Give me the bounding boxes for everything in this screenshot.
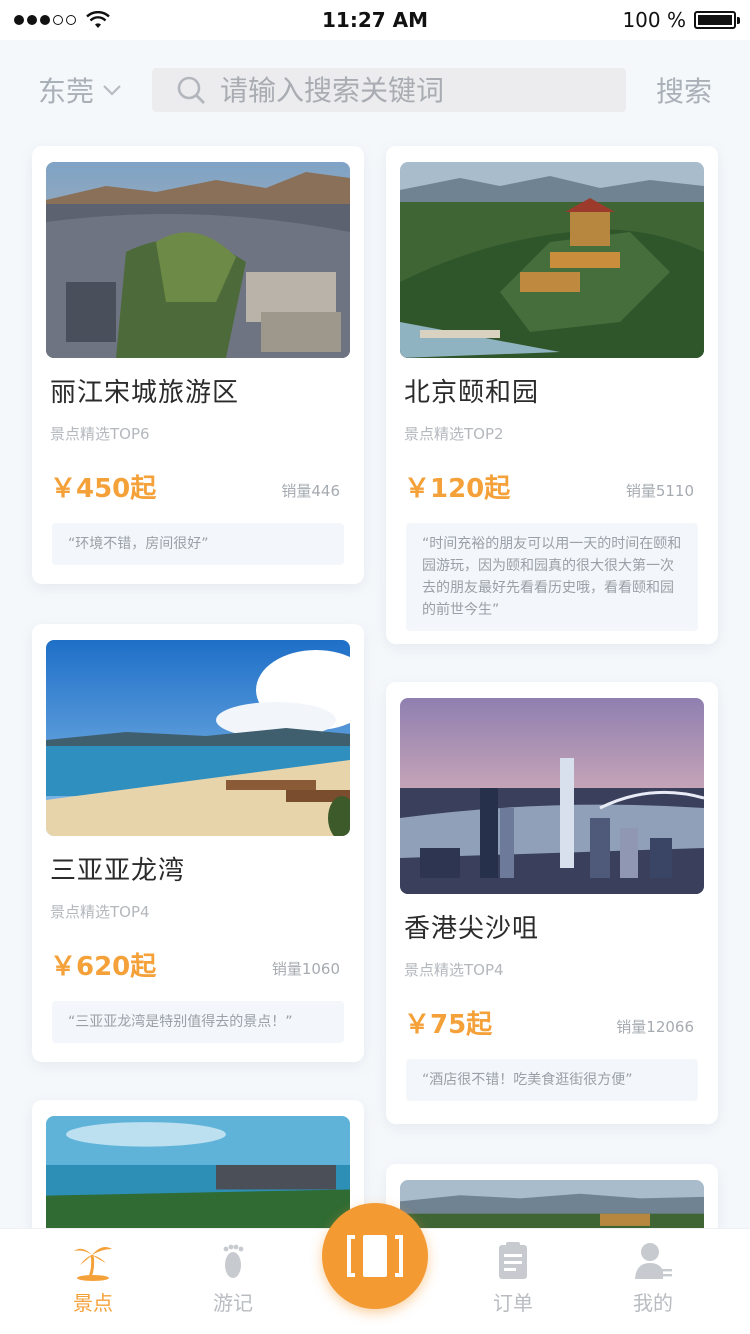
attraction-sales: 销量12066 [616,1018,694,1036]
attraction-photo [46,162,350,358]
tab-attractions[interactable]: 景点 [48,1241,138,1316]
scan-icon [347,1235,403,1277]
tab-bar: 景点 游记 订单 我的 [0,1203,750,1334]
user-icon [635,1243,672,1279]
search-button[interactable]: 搜索 [656,70,712,110]
palm-tree-icon [74,1247,112,1281]
price-row: ￥620起 销量1060 [50,946,340,983]
price-row: ￥75起 销量12066 [404,1004,694,1041]
tab-label: 景点 [73,1291,113,1315]
attraction-review: “环境不错，房间很好” [52,523,344,565]
tab-travel-notes[interactable]: 游记 [188,1241,278,1316]
tab-label: 订单 [493,1291,533,1315]
attraction-photo [400,162,704,358]
attraction-price: ￥620起 [50,952,157,982]
battery-icon [694,11,740,29]
search-box[interactable] [152,68,626,112]
tab-profile[interactable]: 我的 [608,1241,698,1316]
attraction-card[interactable] [32,1100,364,1240]
attraction-sales: 销量1060 [271,960,340,978]
attraction-price: ￥75起 [404,1010,493,1040]
city-label: 东莞 [38,75,95,108]
footprint-icon [223,1244,244,1278]
tab-orders[interactable]: 订单 [468,1241,558,1316]
search-header: 东莞 搜索 [0,40,750,140]
search-icon [177,76,205,104]
attraction-title: 丽江宋城旅游区 [50,378,240,408]
attraction-rank: 景点精选TOP2 [404,425,504,443]
attraction-photo [400,698,704,894]
attraction-review: “酒店很不错！吃美食逛街很方便” [406,1059,698,1101]
status-left [14,11,110,29]
attraction-review: “时间充裕的朋友可以用一天的时间在颐和园游玩，因为颐和园真的很大很大第一次去的朋… [406,523,698,631]
attraction-card[interactable]: 丽江宋城旅游区 景点精选TOP6 ￥450起 销量446 “环境不错，房间很好” [32,146,364,584]
status-right: 100 % [622,8,740,32]
tab-label: 游记 [213,1291,253,1315]
attraction-sales: 销量446 [281,482,340,500]
tab-label: 我的 [633,1291,673,1315]
price-row: ￥120起 销量5110 [404,468,694,505]
attraction-photo [46,1116,350,1236]
attraction-price: ￥450起 [50,474,157,504]
attraction-rank: 景点精选TOP4 [404,961,504,979]
attraction-price: ￥120起 [404,474,511,504]
attraction-photo [46,640,350,836]
search-input[interactable] [220,73,600,107]
battery-percent: 100 % [622,8,686,32]
status-bar: 11:27 AM 100 % [0,0,750,40]
attraction-card[interactable]: 香港尖沙咀 景点精选TOP4 ￥75起 销量12066 “酒店很不错！吃美食逛街… [386,682,718,1124]
signal-icon [14,15,76,25]
attraction-review: “三亚亚龙湾是特别值得去的景点！” [52,1001,344,1043]
attraction-title: 香港尖沙咀 [404,914,540,944]
attraction-title: 三亚亚龙湾 [50,856,186,886]
attraction-card[interactable]: 北京颐和园 景点精选TOP2 ￥120起 销量5110 “时间充裕的朋友可以用一… [386,146,718,644]
chevron-down-icon [103,85,121,96]
clipboard-icon [499,1242,527,1279]
attraction-title: 北京颐和园 [404,378,540,408]
status-time: 11:27 AM [321,8,429,32]
attraction-rank: 景点精选TOP4 [50,903,150,921]
scan-button[interactable] [322,1203,428,1309]
attraction-sales: 销量5110 [625,482,694,500]
wifi-icon [86,11,110,28]
attraction-rank: 景点精选TOP6 [50,425,150,443]
attraction-card[interactable]: 三亚亚龙湾 景点精选TOP4 ￥620起 销量1060 “三亚亚龙湾是特别值得去… [32,624,364,1062]
price-row: ￥450起 销量446 [50,468,340,505]
city-selector[interactable]: 东莞 [38,70,148,110]
